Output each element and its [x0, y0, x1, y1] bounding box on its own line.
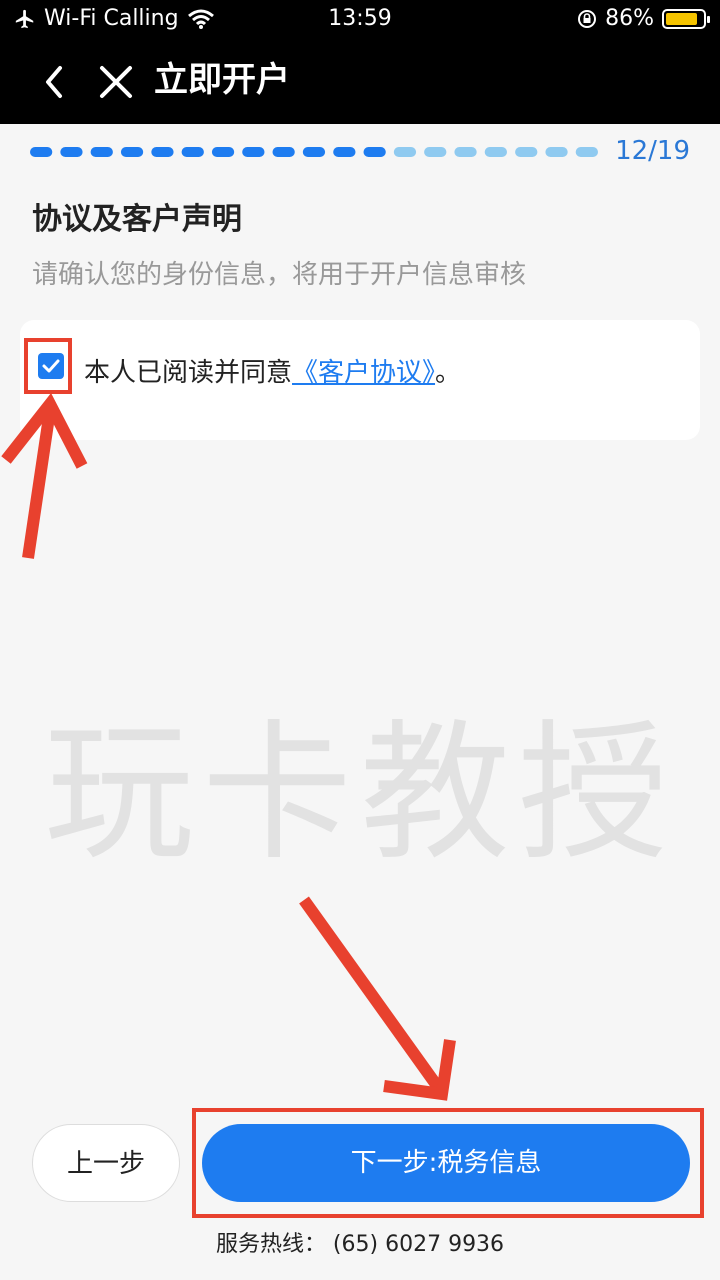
progress-step-done [60, 147, 83, 157]
chevron-left-icon[interactable] [36, 60, 76, 104]
progress-step-done [120, 147, 144, 157]
progress-step-todo [454, 147, 477, 157]
prev-step-button[interactable]: 上一步 [32, 1124, 180, 1202]
watermark-text: 玩卡教授 [43, 707, 676, 881]
section-title: 协议及客户声明 [32, 202, 242, 237]
progress-step-todo [515, 147, 538, 157]
customer-agreement-link[interactable]: 《客户协议》 [292, 358, 435, 388]
nav-bar: 立即开户 [0, 40, 720, 124]
progress-step-done [242, 147, 265, 157]
progress-step-done [333, 147, 356, 157]
progress-step-done [90, 147, 113, 157]
progress-step-todo [484, 147, 507, 157]
progress-step-done [181, 147, 204, 157]
progress-step-done [272, 147, 295, 157]
battery-icon [662, 8, 710, 29]
progress-bar [30, 147, 598, 157]
annotation-arrow-down [299, 896, 456, 1101]
checkbox-highlight-box [24, 338, 72, 394]
agreement-text: 本人已阅读并同意《客户协议》。 [84, 352, 461, 389]
close-icon[interactable] [96, 60, 136, 104]
page-title: 立即开户 [154, 60, 290, 100]
next-button-highlight-box [192, 1108, 704, 1218]
progress-step-todo [575, 147, 598, 157]
progress-count: 12/19 [615, 136, 690, 166]
agreement-suffix: 。 [435, 358, 462, 388]
progress-step-done [302, 147, 326, 157]
progress-step-done [363, 147, 386, 157]
progress-step-done [30, 147, 53, 157]
section-subtitle: 请确认您的身份信息，将用于开户信息审核 [32, 260, 527, 290]
progress-step-done [211, 147, 235, 157]
progress-step-done [151, 147, 174, 157]
agreement-card: 本人已阅读并同意《客户协议》。 [20, 320, 700, 440]
status-right: 86% [577, 6, 710, 31]
battery-level [666, 12, 697, 25]
agreement-label: 本人已阅读并同意 [84, 358, 293, 388]
annotation-arrow-up [1, 392, 88, 559]
progress-step-todo [424, 147, 447, 157]
progress-step-todo [393, 147, 417, 157]
rotation-lock-icon [578, 9, 597, 28]
service-hotline: 服务热线： (65) 6027 9936 [215, 1232, 505, 1257]
battery-percent: 86% [605, 6, 654, 31]
progress-step-todo [545, 147, 568, 157]
status-bar: Wi-Fi Calling 13:59 86% [0, 0, 720, 40]
